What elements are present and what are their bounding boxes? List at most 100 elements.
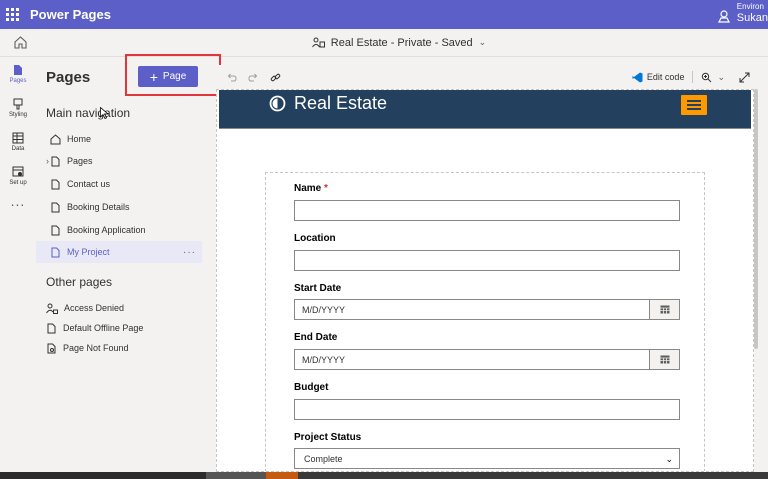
project-status-label: Project Status xyxy=(294,432,362,443)
nav-label: Home xyxy=(67,134,92,144)
chevron-down-icon: ⌄ xyxy=(478,37,487,47)
location-input[interactable] xyxy=(294,250,680,271)
start-date-label: Start Date xyxy=(294,283,342,294)
page-search-icon xyxy=(47,343,56,353)
redo-icon[interactable] xyxy=(246,70,260,84)
page-icon xyxy=(47,323,56,333)
nav-label: Access Denied xyxy=(64,303,125,313)
nav-item-contact-us[interactable]: Contact us xyxy=(36,173,202,195)
environment-picker[interactable]: Environ Sukan xyxy=(717,2,768,25)
main-navigation-title: Main navigation xyxy=(46,106,131,120)
name-input[interactable] xyxy=(294,200,680,221)
rail-item-data[interactable]: Data xyxy=(0,125,36,159)
nav-label: Pages xyxy=(67,156,93,166)
canvas-toolbar: Edit code ⌄ xyxy=(216,65,758,89)
vscode-icon xyxy=(632,72,643,82)
setup-icon xyxy=(12,166,24,177)
site-header: Real Estate xyxy=(219,90,751,129)
app-header: Power Pages Environ Sukan xyxy=(0,0,768,29)
site-bar: Real Estate - Private - Saved ⌄ xyxy=(0,29,768,57)
nav-item-pages[interactable]: › Pages xyxy=(36,150,202,172)
nav-label: My Project xyxy=(67,247,110,257)
calendar-icon[interactable] xyxy=(650,349,680,370)
site-name: Real Estate xyxy=(294,93,388,113)
rail-item-styling[interactable]: Styling xyxy=(0,91,36,125)
home-icon xyxy=(50,133,61,144)
zoom-icon[interactable] xyxy=(701,72,712,83)
nav-item-page-not-found[interactable]: Page Not Found xyxy=(36,337,202,359)
budget-input[interactable] xyxy=(294,399,680,420)
nav-item-booking-application[interactable]: Booking Application xyxy=(36,219,202,241)
other-pages-title: Other pages xyxy=(46,275,113,289)
project-status-select[interactable]: Complete ⌄ xyxy=(294,448,680,469)
site-status-text: Real Estate - Private - Saved xyxy=(330,36,473,49)
pages-panel: Pages + Page Main navigation Home › Page… xyxy=(36,57,205,472)
preview-scrollbar[interactable] xyxy=(754,89,758,349)
page-preview: Real Estate Name * Location Start Date M… xyxy=(216,89,754,472)
taskbar-strip xyxy=(0,472,768,479)
nav-item-my-project[interactable]: My Project ··· xyxy=(36,241,202,263)
expand-icon[interactable] xyxy=(739,72,750,83)
budget-label: Budget xyxy=(294,382,329,393)
edit-code-button[interactable]: Edit code xyxy=(647,72,685,82)
project-status-value: Complete xyxy=(304,453,343,464)
location-label: Location xyxy=(294,233,336,244)
nav-label: Default Offline Page xyxy=(63,323,144,333)
site-icon xyxy=(311,37,325,48)
page-icon xyxy=(51,156,60,166)
nav-item-access-denied[interactable]: Access Denied xyxy=(36,297,202,319)
more-icon[interactable]: ... xyxy=(0,193,36,209)
table-icon xyxy=(12,132,24,144)
start-date-input[interactable]: M/D/YYYY xyxy=(294,299,650,320)
chevron-down-icon[interactable]: ⌄ xyxy=(717,72,725,83)
undo-icon[interactable] xyxy=(224,70,238,84)
rail-label-pages: Pages xyxy=(9,78,27,84)
more-options-icon[interactable]: ··· xyxy=(183,247,196,258)
app-launcher-icon[interactable] xyxy=(0,0,24,29)
rail-item-setup[interactable]: Set up xyxy=(0,159,36,193)
environment-label: Environ xyxy=(736,2,764,11)
rail-item-pages[interactable]: Pages xyxy=(0,57,36,91)
required-mark: * xyxy=(324,183,328,194)
end-date-field: M/D/YYYY xyxy=(294,349,680,370)
chevron-right-icon[interactable]: › xyxy=(36,156,50,166)
form: Name * Location Start Date M/D/YYYY End … xyxy=(272,181,698,471)
calendar-icon[interactable] xyxy=(650,299,680,320)
chevron-down-icon: ⌄ xyxy=(665,454,673,464)
nav-label: Contact us xyxy=(67,179,111,189)
end-date-input[interactable]: M/D/YYYY xyxy=(294,349,650,370)
logo-icon xyxy=(269,95,286,112)
nav-item-default-offline-page[interactable]: Default Offline Page xyxy=(36,317,202,339)
nav-label: Booking Application xyxy=(67,225,146,235)
nav-item-home[interactable]: Home xyxy=(36,128,202,150)
rail-label-styling: Styling xyxy=(8,112,27,118)
nav-item-booking-details[interactable]: Booking Details xyxy=(36,196,202,218)
nav-label: Booking Details xyxy=(67,202,130,212)
person-lock-icon xyxy=(46,303,58,314)
site-logo[interactable]: Real Estate xyxy=(269,93,387,114)
link-icon[interactable] xyxy=(268,70,282,84)
page-icon xyxy=(51,179,60,189)
page-icon xyxy=(51,202,60,212)
form-container: Name * Location Start Date M/D/YYYY End … xyxy=(265,172,705,471)
rail-label-setup: Set up xyxy=(9,180,27,186)
start-date-field: M/D/YYYY xyxy=(294,299,680,320)
page-icon xyxy=(51,247,60,257)
menu-button[interactable] xyxy=(681,95,707,115)
app-title: Power Pages xyxy=(30,7,111,22)
highlight-box xyxy=(125,54,221,96)
site-status-dropdown[interactable]: Real Estate - Private - Saved ⌄ xyxy=(311,36,487,49)
environment-name: Sukan xyxy=(736,12,768,24)
home-icon[interactable] xyxy=(13,35,28,50)
left-rail: Pages Styling Data Set up ... xyxy=(0,57,36,472)
end-date-label: End Date xyxy=(294,332,338,343)
name-label: Name * xyxy=(294,183,328,194)
rail-label-data: Data xyxy=(11,146,25,152)
panel-title: Pages xyxy=(46,69,91,86)
page-icon xyxy=(51,225,60,235)
nav-label: Page Not Found xyxy=(63,343,129,353)
brush-icon xyxy=(13,98,23,110)
pages-icon xyxy=(14,65,22,75)
environment-icon xyxy=(717,10,730,23)
mouse-cursor-icon xyxy=(100,107,109,119)
